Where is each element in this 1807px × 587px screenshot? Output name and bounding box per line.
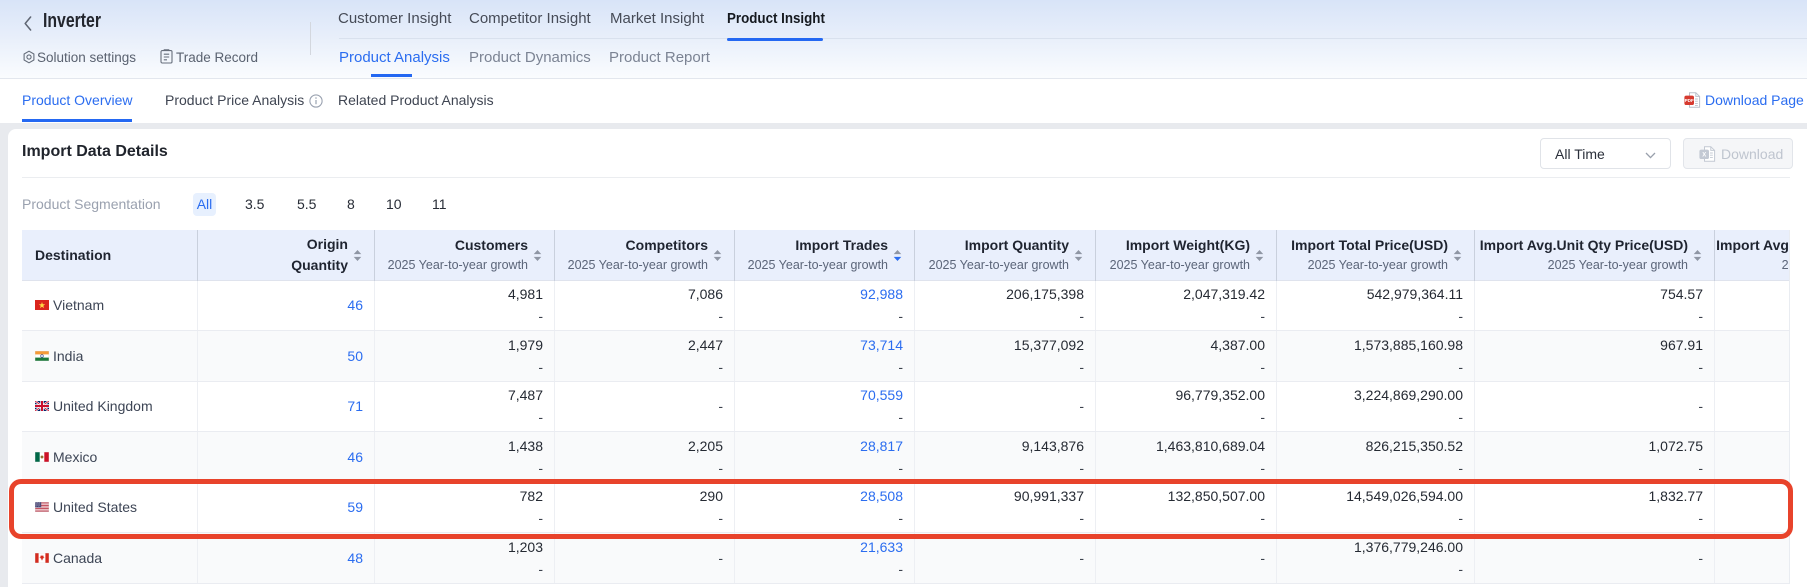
svg-text:X: X [1702, 153, 1706, 159]
svg-text:PDF: PDF [1685, 98, 1694, 103]
